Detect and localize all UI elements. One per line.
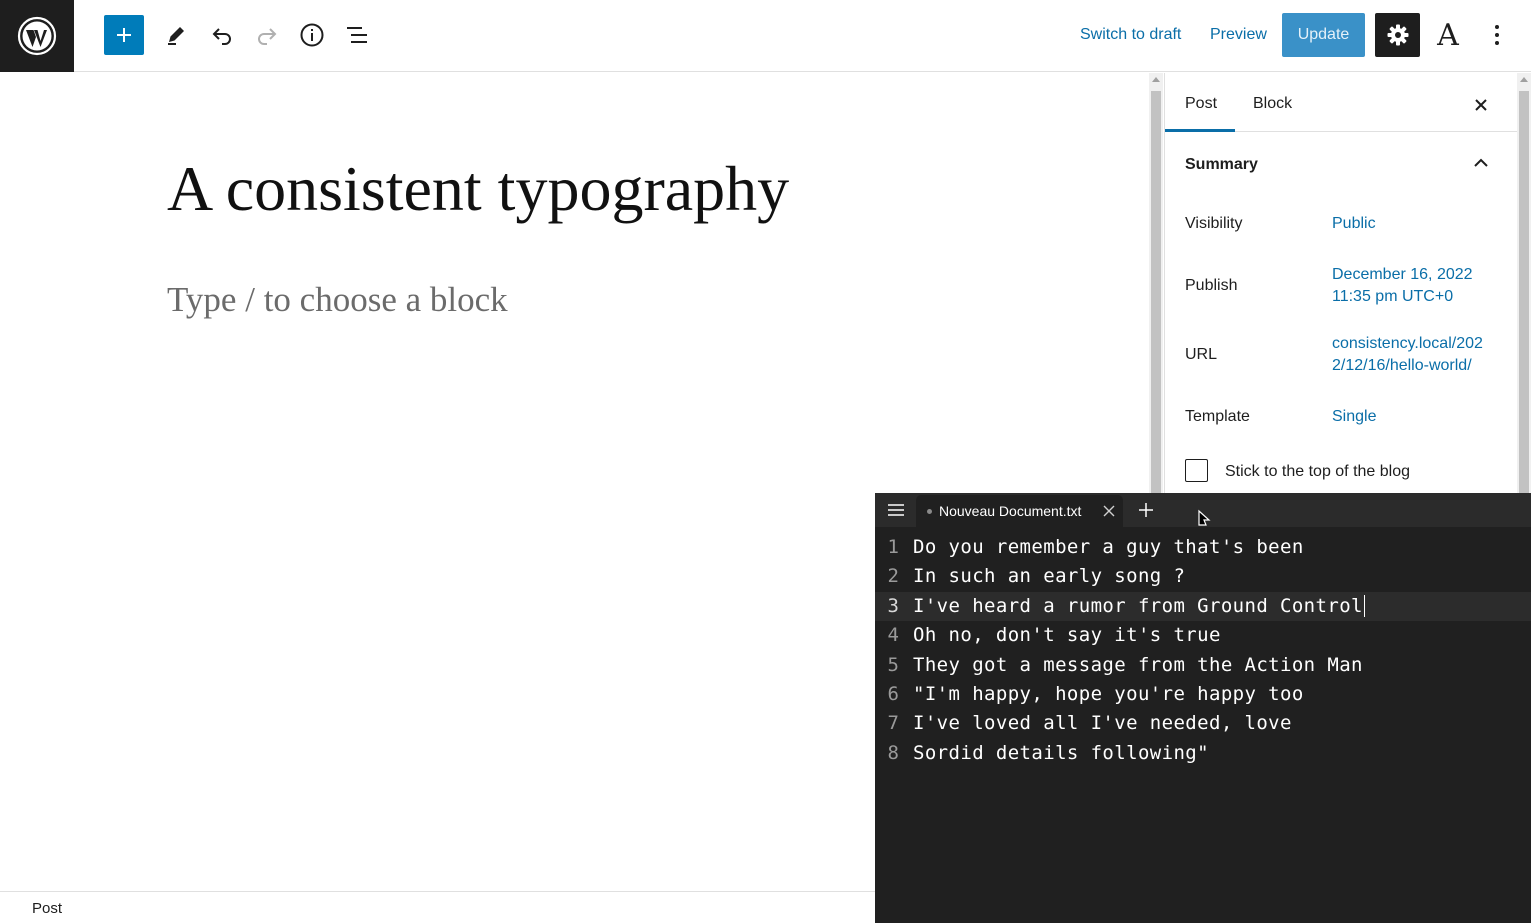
sticky-checkbox[interactable]	[1185, 459, 1208, 482]
editor-header: Switch to draft Preview Update A	[0, 0, 1531, 72]
tab-post[interactable]: Post	[1185, 95, 1217, 113]
sidebar-scroll-up-arrow-icon[interactable]	[1520, 77, 1528, 82]
settings-button[interactable]	[1375, 13, 1420, 57]
post-title[interactable]: A consistent typography	[167, 152, 789, 226]
pencil-icon	[168, 27, 184, 45]
preview-button[interactable]: Preview	[1210, 26, 1267, 44]
line-number: 3	[887, 594, 899, 617]
summary-panel-title[interactable]: Summary	[1185, 156, 1258, 174]
notepad-window: Nouveau Document.txt 1 Do you remember a …	[875, 493, 1531, 923]
list-view-icon	[347, 27, 367, 43]
hamburger-menu-icon	[888, 504, 904, 516]
text-caret	[1363, 595, 1365, 618]
gear-icon	[1387, 24, 1408, 46]
text-line[interactable]: 8 Sordid details following"	[875, 739, 1531, 768]
chevron-up-icon[interactable]	[1471, 153, 1491, 173]
template-value[interactable]: Single	[1332, 406, 1492, 428]
publish-label: Publish	[1185, 277, 1238, 294]
notepad-document-tab[interactable]: Nouveau Document.txt	[916, 495, 1123, 527]
line-number: 5	[887, 653, 899, 676]
scroll-up-arrow-icon[interactable]	[1152, 77, 1160, 82]
notepad-menu-button[interactable]	[885, 501, 907, 519]
unsaved-dot-icon	[927, 509, 932, 514]
visibility-label: Visibility	[1185, 215, 1243, 232]
line-text: I've heard a rumor from Ground Control	[913, 594, 1363, 617]
line-number: 6	[887, 682, 899, 705]
line-text: I've loved all I've needed, love	[913, 712, 1292, 735]
line-text: They got a message from the Action Man	[913, 653, 1363, 676]
publish-value[interactable]: December 16, 2022 11:35 pm UTC+0	[1332, 264, 1482, 308]
text-line[interactable]: 7 I've loved all I've needed, love	[875, 709, 1531, 738]
close-tab-icon[interactable]	[1102, 504, 1116, 518]
switch-to-draft-button[interactable]: Switch to draft	[1080, 26, 1181, 44]
mouse-cursor-icon	[1198, 509, 1211, 526]
undo-button[interactable]	[203, 16, 241, 54]
redo-button[interactable]	[248, 16, 286, 54]
line-number: 2	[887, 565, 899, 588]
text-line[interactable]: 1 Do you remember a guy that's been	[875, 533, 1531, 562]
new-tab-plus-icon[interactable]	[1137, 501, 1155, 519]
notepad-text-area[interactable]: 1 Do you remember a guy that's been 2 In s…	[875, 533, 1531, 768]
line-text: In such an early song ?	[913, 565, 1186, 588]
plus-icon	[117, 28, 131, 42]
text-line[interactable]: 5 They got a message from the Action Man	[875, 651, 1531, 680]
sticky-label: Stick to the top of the blog	[1225, 463, 1411, 480]
notepad-tab-bar: Nouveau Document.txt	[875, 493, 1531, 527]
list-view-button[interactable]	[338, 16, 376, 54]
visibility-value[interactable]: Public	[1332, 213, 1492, 235]
line-text-wrapper: I've heard a rumor from Ground Control	[913, 595, 1365, 618]
url-value[interactable]: consistency.local/2022/12/16/hello-world…	[1332, 333, 1488, 377]
add-block-button[interactable]	[104, 15, 144, 55]
styles-button[interactable]: A	[1430, 16, 1466, 54]
template-label: Template	[1185, 408, 1250, 425]
more-vertical-icon	[1495, 25, 1499, 45]
edit-tools-button[interactable]	[157, 16, 195, 54]
breadcrumb-post[interactable]: Post	[32, 900, 62, 917]
line-number: 1	[887, 536, 899, 558]
undo-icon	[212, 28, 231, 45]
block-breadcrumb-bar: Post	[0, 891, 875, 923]
update-button[interactable]: Update	[1282, 13, 1365, 57]
line-text: Oh no, don't say it's true	[913, 624, 1221, 647]
options-button[interactable]	[1482, 16, 1512, 54]
info-icon	[300, 23, 324, 47]
block-placeholder[interactable]: Type / to choose a block	[167, 280, 508, 320]
details-button[interactable]	[293, 16, 331, 54]
text-line[interactable]: 2 In such an early song ?	[875, 562, 1531, 591]
active-tab-indicator	[1165, 129, 1235, 132]
text-line[interactable]: 4 Oh no, don't say it's true	[875, 621, 1531, 650]
close-sidebar-button[interactable]	[1469, 93, 1493, 117]
line-number: 7	[887, 712, 899, 735]
line-text: Sordid details following"	[913, 741, 1209, 764]
line-text: Do you remember a guy that's been	[913, 536, 1304, 558]
text-line-current[interactable]: 3 I've heard a rumor from Ground Control	[875, 591, 1531, 622]
url-label: URL	[1185, 346, 1218, 363]
wordpress-icon	[17, 16, 57, 56]
redo-icon	[258, 28, 277, 45]
notepad-tab-title: Nouveau Document.txt	[939, 503, 1082, 519]
text-line[interactable]: 6 "I'm happy, hope you're happy too	[875, 680, 1531, 709]
tab-block[interactable]: Block	[1253, 95, 1292, 113]
line-number: 8	[887, 741, 899, 764]
line-text: "I'm happy, hope you're happy too	[913, 682, 1304, 705]
line-number: 4	[887, 624, 899, 647]
close-icon	[1475, 99, 1487, 111]
wordpress-logo-button[interactable]	[0, 0, 74, 72]
